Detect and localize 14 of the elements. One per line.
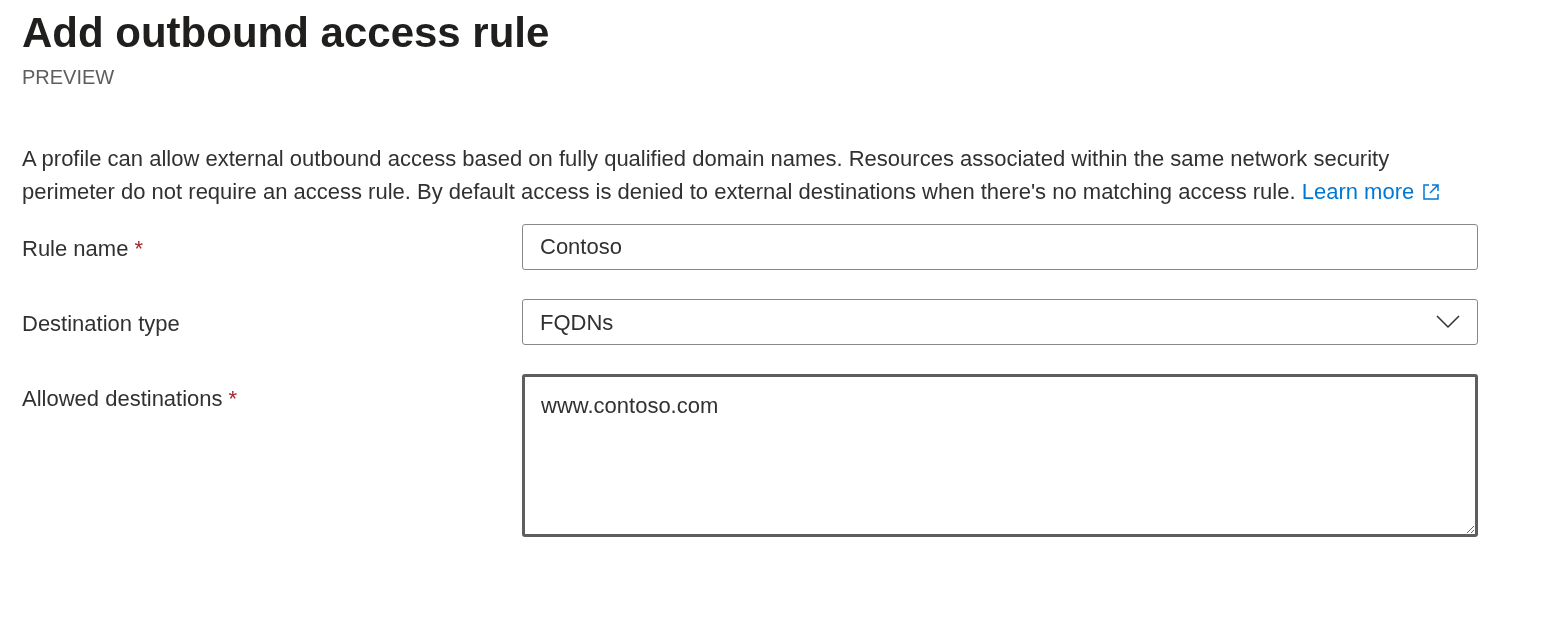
destinations-field[interactable]: www.contoso.com [522, 374, 1478, 537]
required-asterisk: * [134, 235, 143, 263]
learn-more-link[interactable]: Learn more [1301, 175, 1441, 208]
chevron-down-icon [1436, 315, 1460, 329]
field-label: Rule name [22, 235, 129, 263]
rule-name-field[interactable]: Contoso [522, 224, 1478, 270]
page-title: Add outbound access rule [22, 8, 550, 58]
required-asterisk: * [228, 385, 238, 413]
field-label: Destination type [22, 310, 180, 338]
description-text: A profile can allow external outbound access based on fully qualified domain names. Resources associated within the same network security perimeter do not require an access rule. By default access is denied to external destinations when there's no matching access rule. Learn more [22, 142, 1442, 208]
preview-label: PREVIEW [22, 65, 115, 90]
field-label: Allowed destinations [22, 385, 223, 413]
destination-type-dropdown[interactable]: FQDNs [522, 299, 1478, 345]
external-link-icon [1422, 182, 1441, 201]
